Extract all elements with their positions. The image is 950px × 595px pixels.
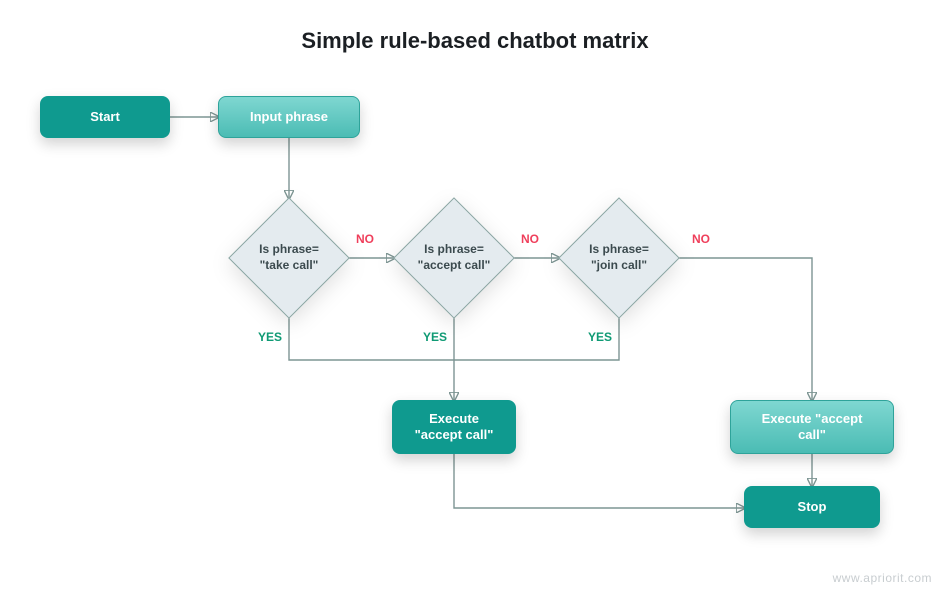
execute-accept-yes: Execute "accept call" [392, 400, 516, 454]
edge-no-2: NO [521, 232, 539, 246]
decision-accept-call-label: Is phrase= "accept call" [394, 198, 514, 318]
watermark: www.apriorit.com [833, 571, 932, 585]
start-node: Start [40, 96, 170, 138]
edge-no-3: NO [692, 232, 710, 246]
edge-yes-1: YES [258, 330, 282, 344]
stop-node: Stop [744, 486, 880, 528]
decision-take-call-label: Is phrase= "take call" [229, 198, 349, 318]
input-phrase-node: Input phrase [218, 96, 360, 138]
edge-yes-3: YES [588, 330, 612, 344]
diagram-title: Simple rule-based chatbot matrix [0, 28, 950, 54]
decision-accept-call: Is phrase= "accept call" [394, 198, 514, 318]
execute-accept-no: Execute "accept call" [730, 400, 894, 454]
decision-join-call: Is phrase= "join call" [559, 198, 679, 318]
edge-no-1: NO [356, 232, 374, 246]
edge-yes-2: YES [423, 330, 447, 344]
decision-take-call: Is phrase= "take call" [229, 198, 349, 318]
decision-join-call-label: Is phrase= "join call" [559, 198, 679, 318]
